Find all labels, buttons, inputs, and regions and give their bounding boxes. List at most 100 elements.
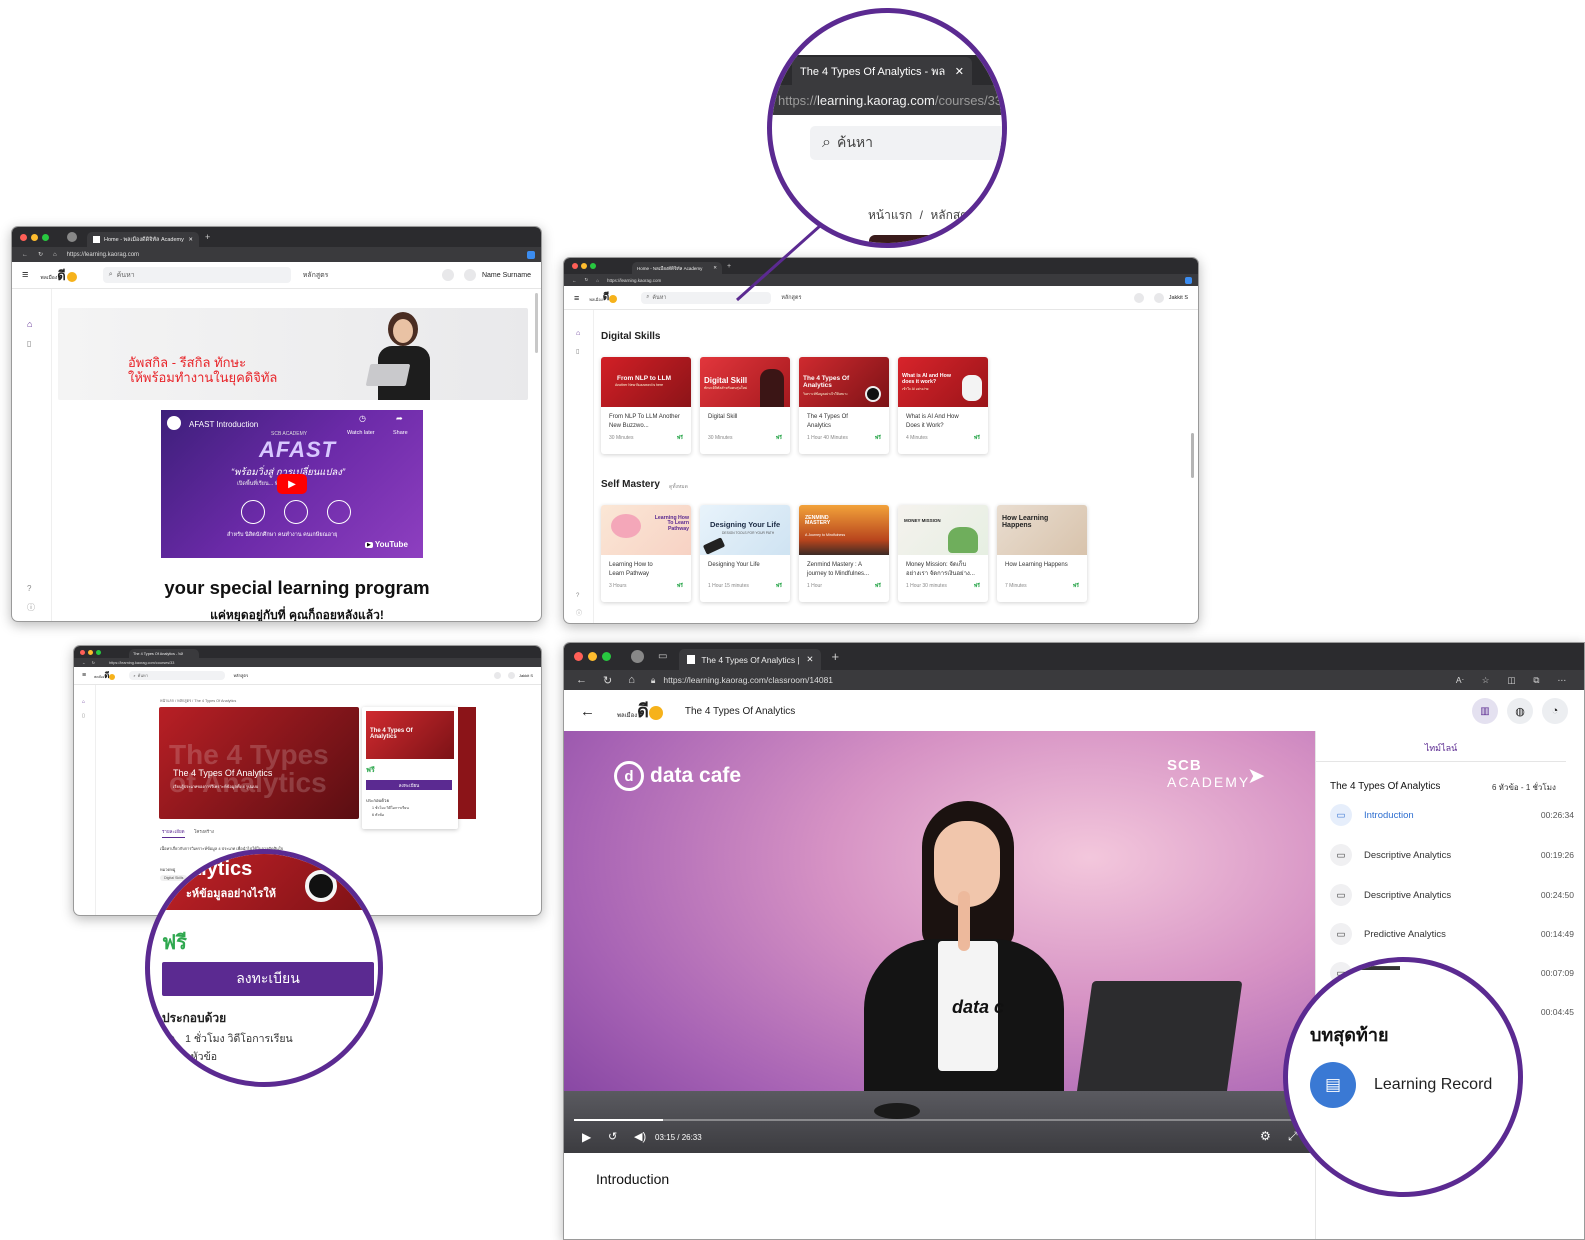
zoom-search-input[interactable]: ⌕ ค้นหา bbox=[810, 126, 1002, 160]
minimize-window-dot[interactable] bbox=[588, 652, 597, 661]
browser-tab[interactable]: The 4 Types Of Analytics | ห้อง ✕ bbox=[679, 649, 822, 670]
url-text[interactable]: https://learning.kaorag.com/classroom/14… bbox=[663, 675, 833, 685]
zoom-tab[interactable]: The 4 Types Of Analytics - พล ✕ bbox=[792, 57, 972, 85]
new-tab-icon[interactable]: + bbox=[205, 232, 210, 242]
collections-icon[interactable]: ⧉ bbox=[1533, 675, 1539, 686]
see-all-link[interactable]: ดูทั้งหมด bbox=[669, 483, 688, 491]
url-text[interactable]: https://learning.kaorag.com bbox=[607, 278, 661, 283]
minimize-window-dot[interactable] bbox=[31, 233, 38, 241]
reload-icon[interactable]: ↻ bbox=[603, 674, 612, 687]
hero-banner[interactable]: อัพสกิล - รีสกิล ทักษะ ให้พร้อมทำงานในยุ… bbox=[58, 308, 528, 400]
lesson-item[interactable]: ▭ Predictive Analytics 00:14:49 bbox=[1330, 923, 1574, 945]
home-icon[interactable]: ⌂ bbox=[53, 252, 57, 258]
read-aloud-icon[interactable]: Aᐧ bbox=[1456, 675, 1464, 686]
zoom-tab-close-icon[interactable]: ✕ bbox=[955, 65, 964, 78]
browser-tab[interactable]: Home - พลเมืองดีดิจิทัล Academy ✕ bbox=[632, 262, 722, 274]
course-card[interactable]: MONEY MISSION Money Mission: จัดเก็บ อย่… bbox=[898, 505, 988, 602]
sidebar-info-icon[interactable]: ⓘ bbox=[27, 602, 35, 613]
menu-icon[interactable]: ≡ bbox=[82, 672, 86, 679]
browser-tab[interactable]: Home - พลเมืองดีดิจิทัล Academy ✕ bbox=[87, 232, 199, 247]
menu-icon[interactable]: ≡ bbox=[574, 293, 579, 303]
sidebar-book-icon[interactable]: ▯ bbox=[576, 348, 579, 355]
new-tab-icon[interactable]: + bbox=[831, 649, 839, 664]
replay-10-icon[interactable]: ↺ bbox=[608, 1130, 617, 1143]
browser-tab[interactable]: The 4 Types Of Analytics - พล bbox=[129, 649, 199, 658]
scrollbar[interactable] bbox=[1191, 433, 1194, 478]
user-name[interactable]: Jakkit S bbox=[1169, 295, 1188, 301]
tab-close-icon[interactable]: ✕ bbox=[802, 654, 813, 665]
minimize-window-dot[interactable] bbox=[88, 649, 93, 655]
user-icon[interactable] bbox=[1153, 292, 1164, 303]
sidebar-help-icon[interactable]: ? bbox=[27, 584, 31, 593]
language-globe-icon[interactable] bbox=[1133, 292, 1144, 303]
user-name[interactable]: Jakkit S bbox=[519, 673, 533, 678]
nav-courses[interactable]: หลักสูตร bbox=[781, 294, 801, 302]
lesson-item[interactable]: ▭ Introduction 00:26:34 bbox=[1330, 804, 1574, 826]
user-icon[interactable]: ◔ bbox=[1542, 698, 1568, 724]
back-icon[interactable]: ← bbox=[576, 674, 587, 686]
intro-video-player[interactable]: AFAST Introduction ◷ Watch later ➦ Share… bbox=[161, 410, 423, 558]
site-logo[interactable]: พลเมือง ดี bbox=[617, 702, 663, 720]
more-icon[interactable]: ⋯ bbox=[1558, 675, 1567, 686]
url-text[interactable]: https://learning.kaorag.com bbox=[67, 252, 139, 258]
watch-later-icon[interactable]: ◷ bbox=[359, 414, 366, 423]
split-screen-icon[interactable]: ◫ bbox=[1507, 675, 1515, 686]
url-text[interactable]: https://learning.kaorag.com/courses/33 bbox=[109, 661, 174, 665]
course-card[interactable]: The 4 Types Of Analytics วิเคราะห์ข้อมูล… bbox=[799, 357, 889, 454]
user-icon[interactable] bbox=[507, 672, 515, 679]
course-card[interactable]: Digital Skill ทักษะดิจิทัลสำหรับคนรุ่นให… bbox=[700, 357, 790, 454]
search-input[interactable]: ⌕ ค้นหา bbox=[641, 291, 772, 304]
volume-icon[interactable]: ◀︎) bbox=[634, 1130, 646, 1143]
home-icon[interactable]: ⌂ bbox=[628, 674, 635, 686]
reload-icon[interactable]: ↻ bbox=[92, 660, 95, 665]
home-icon[interactable]: ⌂ bbox=[596, 278, 599, 283]
breadcrumb-home[interactable]: หน้าแรก bbox=[868, 208, 912, 222]
course-card[interactable]: What is AI and How does it work? เข้าใจ … bbox=[898, 357, 988, 454]
edge-copilot-icon[interactable] bbox=[527, 250, 535, 259]
close-window-dot[interactable] bbox=[20, 233, 27, 241]
site-logo[interactable]: พลเมือง ดี bbox=[589, 292, 618, 303]
language-globe-icon[interactable] bbox=[441, 269, 454, 281]
zoom-learning-record-item[interactable]: ▤ Learning Record bbox=[1310, 1062, 1492, 1108]
back-icon[interactable]: ← bbox=[22, 252, 28, 258]
close-window-dot[interactable] bbox=[80, 649, 85, 655]
language-globe-icon[interactable] bbox=[493, 672, 501, 679]
language-globe-icon[interactable]: ◍ bbox=[1507, 698, 1533, 724]
sidebar-home-icon[interactable]: ⌂ bbox=[27, 319, 32, 329]
play-icon[interactable]: ▶ bbox=[582, 1130, 591, 1144]
share-icon[interactable]: ➦ bbox=[396, 414, 403, 423]
course-card[interactable]: From NLP to LLM Another New Buzzword is … bbox=[601, 357, 691, 454]
scrollbar[interactable] bbox=[535, 293, 538, 353]
tab-details[interactable]: รายละเอียด bbox=[162, 828, 185, 838]
lesson-video-player[interactable]: d data cafe SCB ACADEMY ➤ data c ▶ ↺ ◀︎)… bbox=[564, 731, 1315, 1153]
breadcrumb-courses[interactable]: หลักสูตร bbox=[930, 208, 974, 222]
close-window-dot[interactable] bbox=[572, 263, 578, 269]
sidebar-home-icon[interactable]: ⌂ bbox=[576, 330, 580, 337]
menu-icon[interactable]: ≡ bbox=[22, 269, 28, 281]
reload-icon[interactable]: ↻ bbox=[585, 277, 589, 283]
back-arrow-icon[interactable]: ← bbox=[580, 703, 595, 720]
maximize-window-dot[interactable] bbox=[96, 649, 101, 655]
lesson-item[interactable]: ▭ Descriptive Analytics 00:24:50 bbox=[1330, 884, 1574, 906]
youtube-logo[interactable]: ▶ YouTube bbox=[365, 540, 408, 549]
course-card[interactable]: ZENMIND MASTERY A Journey to Mindfulness… bbox=[799, 505, 889, 602]
search-input[interactable]: ⌕ ค้นหา bbox=[129, 671, 226, 680]
tab-close-icon[interactable]: ✕ bbox=[713, 265, 717, 271]
play-button[interactable]: ▶ bbox=[277, 474, 307, 494]
user-icon[interactable] bbox=[463, 269, 476, 281]
nav-courses[interactable]: หลักสูตร bbox=[303, 270, 329, 281]
edge-copilot-icon[interactable] bbox=[1185, 276, 1192, 284]
maximize-window-dot[interactable] bbox=[42, 233, 49, 241]
favorite-star-icon[interactable]: ☆ bbox=[1482, 675, 1490, 686]
search-input[interactable]: ⌕ ค้นหา bbox=[102, 267, 291, 283]
back-icon[interactable]: ← bbox=[82, 661, 86, 665]
back-icon[interactable]: ← bbox=[572, 278, 577, 283]
sidebar-help-icon[interactable]: ? bbox=[576, 593, 579, 599]
profile-icon[interactable] bbox=[67, 232, 77, 242]
site-logo[interactable]: พลเมือง ดี bbox=[94, 671, 116, 680]
zoom-enroll-button[interactable]: ลงทะเบียน bbox=[162, 962, 374, 996]
progress-chart-icon[interactable]: ▥ bbox=[1472, 698, 1498, 724]
sidebar-book-icon[interactable]: ▯ bbox=[82, 713, 85, 719]
settings-gear-icon[interactable]: ⚙ bbox=[1260, 1129, 1271, 1143]
sidebar-home-icon[interactable]: ⌂ bbox=[82, 699, 85, 705]
